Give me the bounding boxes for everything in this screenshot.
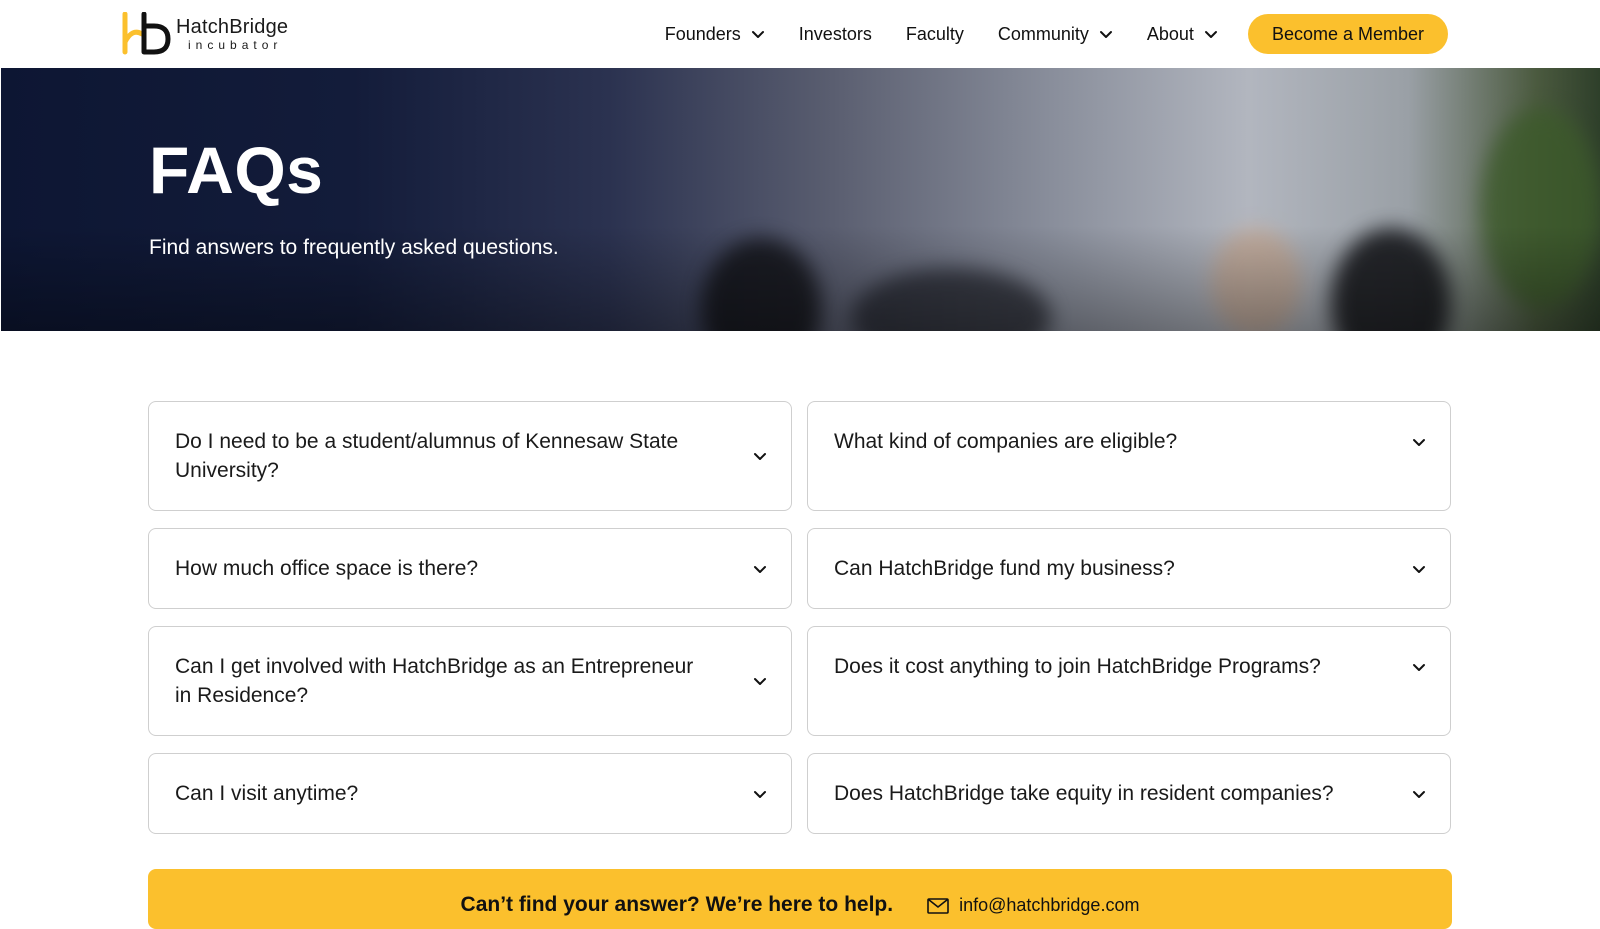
nav-label: Community <box>997 23 1089 44</box>
nav-investors[interactable]: Investors <box>799 24 872 45</box>
chevron-down-icon <box>1413 791 1425 798</box>
chevron-down-icon <box>1413 439 1425 446</box>
faq-question: Can I get involved with HatchBridge as a… <box>175 655 694 707</box>
mail-icon <box>927 897 949 914</box>
faq-question: Does it cost anything to join HatchBridg… <box>834 655 1321 678</box>
nav-founders[interactable]: Founders <box>665 24 765 45</box>
faq-question: How much office space is there? <box>175 557 479 580</box>
nav-about[interactable]: About <box>1147 24 1218 45</box>
faq-question: Does HatchBridge take equity in resident… <box>834 782 1334 805</box>
logo-name: HatchBridge <box>176 16 289 38</box>
faq-question: Can I visit anytime? <box>175 782 359 805</box>
chevron-down-icon <box>751 31 764 38</box>
chevron-down-icon <box>754 566 766 573</box>
faq-item[interactable]: Does HatchBridge take equity in resident… <box>807 753 1451 834</box>
faq-question: Do I need to be a student/alumnus of Ken… <box>175 430 679 482</box>
main-nav: Founders Investors Faculty Community Abo… <box>631 14 1448 54</box>
nav-label: Founders <box>664 23 741 44</box>
faq-list: Do I need to be a student/alumnus of Ken… <box>148 401 1452 834</box>
faq-item[interactable]: Can I get involved with HatchBridge as a… <box>148 626 792 736</box>
email-link[interactable]: info@hatchbridge.com <box>927 895 1139 916</box>
faq-item[interactable]: Can I visit anytime? <box>148 753 792 834</box>
page-subtitle: Find answers to frequently asked questio… <box>149 236 559 259</box>
email-address: info@hatchbridge.com <box>959 895 1140 915</box>
chevron-down-icon <box>1413 664 1425 671</box>
nav-label: About <box>1146 23 1194 44</box>
help-text: Can’t find your answer? We’re here to he… <box>460 893 894 916</box>
chevron-down-icon <box>1099 31 1112 38</box>
chevron-down-icon <box>1413 566 1425 573</box>
hero-banner: FAQs Find answers to frequently asked qu… <box>1 68 1600 331</box>
nav-label: Investors <box>798 23 872 44</box>
faq-item[interactable]: Can HatchBridge fund my business? <box>807 528 1451 609</box>
nav-community[interactable]: Community <box>998 24 1113 45</box>
logo-subtitle: incubator <box>188 38 283 52</box>
page-title: FAQs <box>149 133 324 207</box>
chevron-down-icon <box>754 678 766 685</box>
chevron-down-icon <box>1204 31 1217 38</box>
faq-item[interactable]: Does it cost anything to join HatchBridg… <box>807 626 1451 736</box>
faq-item[interactable]: What kind of companies are eligible? <box>807 401 1451 511</box>
nav-faculty[interactable]: Faculty <box>906 24 964 45</box>
faq-question: Can HatchBridge fund my business? <box>834 557 1175 580</box>
logo[interactable]: HatchBridge incubator <box>122 12 288 56</box>
chevron-down-icon <box>754 791 766 798</box>
chevron-down-icon <box>754 453 766 460</box>
hatchbridge-logo-icon <box>122 12 171 55</box>
help-banner: Can’t find your answer? We’re here to he… <box>148 869 1452 929</box>
faq-question: What kind of companies are eligible? <box>834 430 1178 453</box>
nav-label: Faculty <box>905 23 964 44</box>
site-header: HatchBridge incubator Founders Investors… <box>0 0 1600 68</box>
become-member-button[interactable]: Become a Member <box>1247 14 1448 54</box>
faq-item[interactable]: Do I need to be a student/alumnus of Ken… <box>148 401 792 511</box>
faq-item[interactable]: How much office space is there? <box>148 528 792 609</box>
